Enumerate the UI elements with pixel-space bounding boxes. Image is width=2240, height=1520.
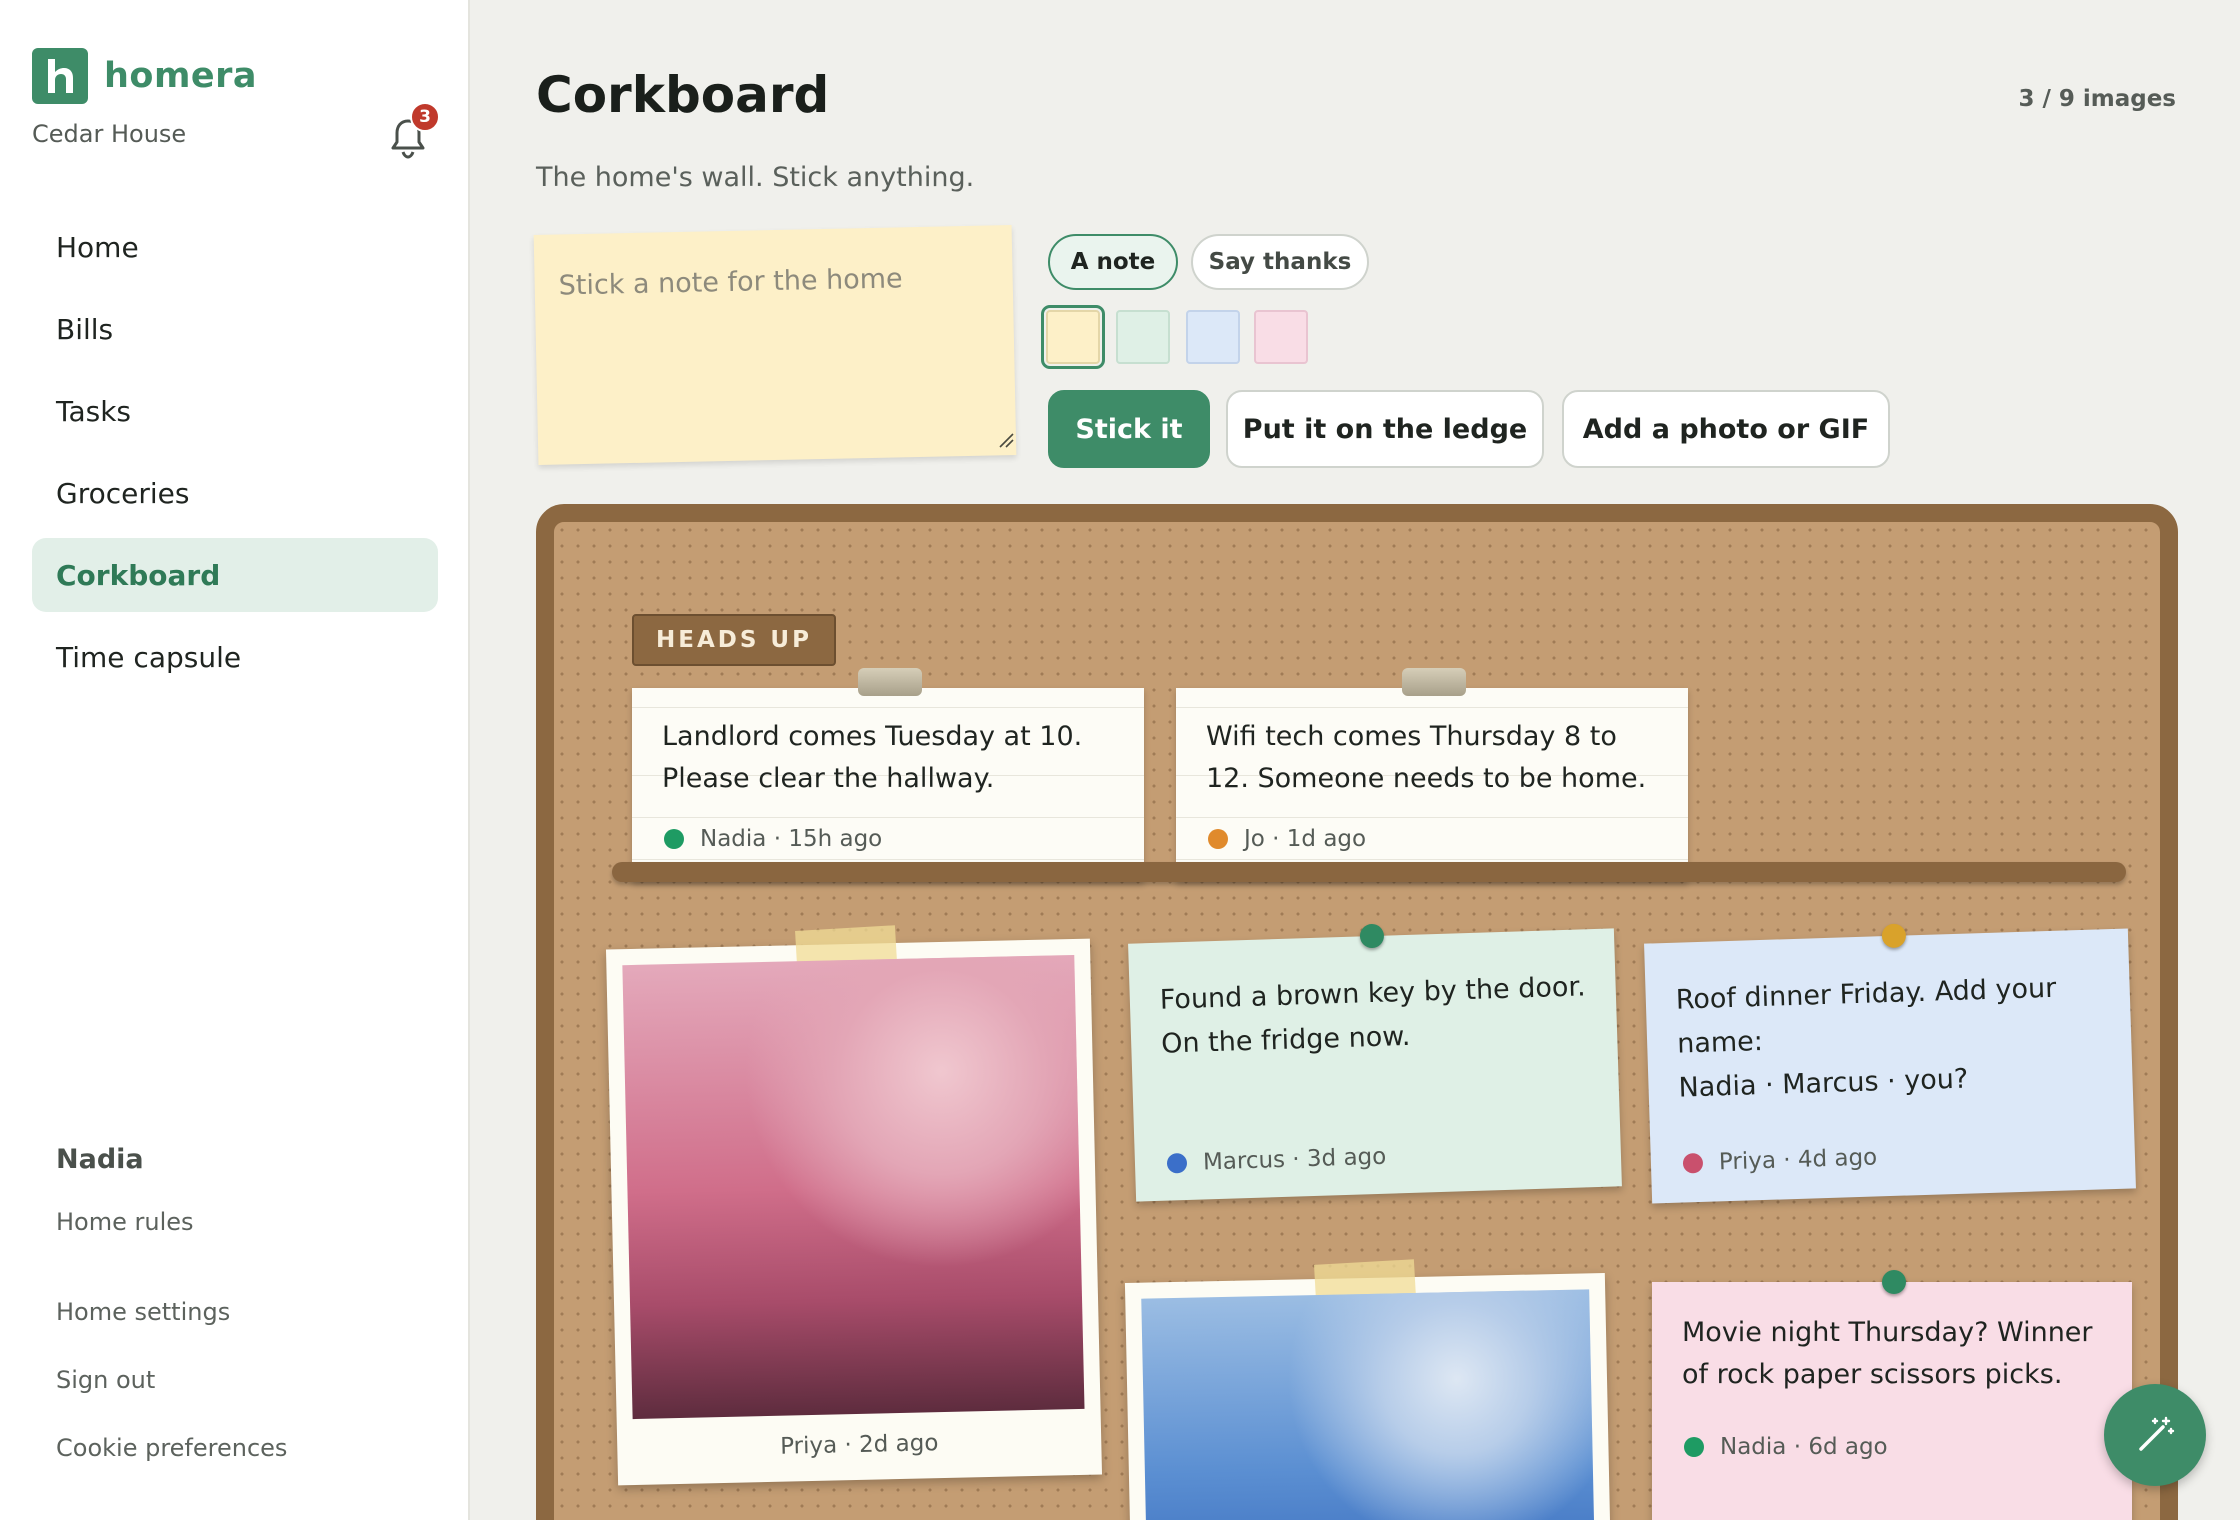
- ledge-shelf: [612, 862, 2126, 882]
- note-meta: Marcus · 3d ago: [1166, 1143, 1387, 1177]
- author-dot: [664, 829, 684, 849]
- photo-polaroid[interactable]: Priya · 2d ago: [605, 925, 1103, 1486]
- image-count: 3 / 9 images: [2018, 86, 2176, 112]
- nav-item-time-capsule[interactable]: Time capsule: [32, 620, 438, 694]
- note-found-key[interactable]: Found a brown key by the door. On the fr…: [1128, 923, 1622, 1202]
- swatch-blue[interactable]: [1186, 310, 1240, 364]
- ledge-note-text: Wifi tech comes Thursday 8 to 12. Someon…: [1206, 721, 1647, 794]
- author-time: Marcus · 3d ago: [1202, 1143, 1387, 1176]
- note-movie-night[interactable]: Movie night Thursday? Winner of rock pap…: [1652, 1270, 2132, 1520]
- pin-icon: [1881, 923, 1907, 949]
- swatch-pink[interactable]: [1254, 310, 1308, 364]
- ledge-note-wifi[interactable]: Wifi tech comes Thursday 8 to 12. Someon…: [1176, 668, 1688, 882]
- magic-wand-icon: [2139, 1416, 2175, 1451]
- note-text: Found a brown key by the door. On the fr…: [1159, 971, 1587, 1060]
- clip-icon: [1402, 668, 1466, 696]
- brand-name: homera: [104, 56, 258, 96]
- link-cookie-preferences[interactable]: Cookie preferences: [56, 1414, 287, 1482]
- author-dot: [1682, 1152, 1704, 1174]
- homera-logo-icon: [32, 48, 88, 104]
- author-time: Jo · 1d ago: [1244, 826, 1367, 852]
- swatch-yellow[interactable]: [1041, 305, 1105, 369]
- link-sign-out[interactable]: Sign out: [56, 1346, 287, 1414]
- author-dot: [1166, 1152, 1188, 1174]
- photo-image: [622, 954, 1085, 1420]
- kind-chip-say-thanks[interactable]: Say thanks: [1191, 234, 1369, 290]
- magic-wand-button[interactable]: [2104, 1384, 2206, 1486]
- author-dot: [1208, 829, 1228, 849]
- swatch-green[interactable]: [1116, 310, 1170, 364]
- nav-item-tasks[interactable]: Tasks: [32, 374, 438, 448]
- nav-item-groceries[interactable]: Groceries: [32, 456, 438, 530]
- author-dot: [1684, 1437, 1704, 1457]
- ledge-note-meta: Nadia · 15h ago: [664, 826, 882, 852]
- user-name: Nadia: [56, 1144, 144, 1175]
- pin-icon: [1882, 1270, 1906, 1294]
- corkboard: HEADS UP Landlord comes Tuesday at 10. P…: [536, 504, 2178, 1520]
- page-subtitle: The home's wall. Stick anything.: [536, 162, 975, 193]
- nav-item-bills[interactable]: Bills: [32, 292, 438, 366]
- ledge-note-landlord[interactable]: Landlord comes Tuesday at 10. Please cle…: [632, 668, 1144, 882]
- note-meta: Priya · 4d ago: [1682, 1144, 1878, 1176]
- link-home-rules[interactable]: Home rules: [56, 1210, 287, 1278]
- nav-item-corkboard[interactable]: Corkboard: [32, 538, 438, 612]
- note-text: Roof dinner Friday. Add your name: Nadia…: [1675, 972, 2057, 1104]
- note-meta: Nadia · 6d ago: [1684, 1434, 1888, 1460]
- clip-icon: [858, 668, 922, 696]
- ledge-note-meta: Jo · 1d ago: [1208, 826, 1366, 852]
- ledge-note-text: Landlord comes Tuesday at 10. Please cle…: [662, 721, 1083, 794]
- photo-polaroid[interactable]: [1124, 1259, 1612, 1520]
- page-title: Corkboard: [536, 66, 830, 124]
- main-nav: Home Bills Tasks Groceries Corkboard Tim…: [32, 210, 438, 702]
- author-time: Priya · 4d ago: [1718, 1144, 1878, 1176]
- notification-badge: 3: [410, 102, 440, 132]
- photo-image: [1141, 1289, 1596, 1520]
- note-roof-dinner[interactable]: Roof dinner Friday. Add your name: Nadia…: [1644, 923, 2136, 1204]
- nav-item-home[interactable]: Home: [32, 210, 438, 284]
- photo-caption: Priya · 2d ago: [779, 1430, 939, 1460]
- stick-it-button[interactable]: Stick it: [1048, 390, 1210, 468]
- heads-up-label: HEADS UP: [632, 614, 836, 666]
- resize-handle-icon[interactable]: [998, 432, 1014, 448]
- ledge-button[interactable]: Put it on the ledge: [1226, 390, 1544, 468]
- footer-links: Home rules Home settings Sign out Cookie…: [56, 1210, 287, 1482]
- author-time: Nadia · 6d ago: [1720, 1434, 1888, 1460]
- house-name: Cedar House: [32, 120, 187, 148]
- kind-chip-note[interactable]: A note: [1048, 234, 1178, 290]
- add-media-button[interactable]: Add a photo or GIF: [1562, 390, 1890, 468]
- sidebar: homera Cedar House 3 Home Bills Tasks Gr…: [0, 0, 470, 1520]
- author-time: Nadia · 15h ago: [700, 826, 883, 852]
- pin-icon: [1359, 923, 1385, 949]
- note-input[interactable]: [533, 225, 1017, 465]
- note-text: Movie night Thursday? Winner of rock pap…: [1682, 1317, 2093, 1390]
- link-home-settings[interactable]: Home settings: [56, 1278, 287, 1346]
- brand[interactable]: homera: [32, 48, 257, 104]
